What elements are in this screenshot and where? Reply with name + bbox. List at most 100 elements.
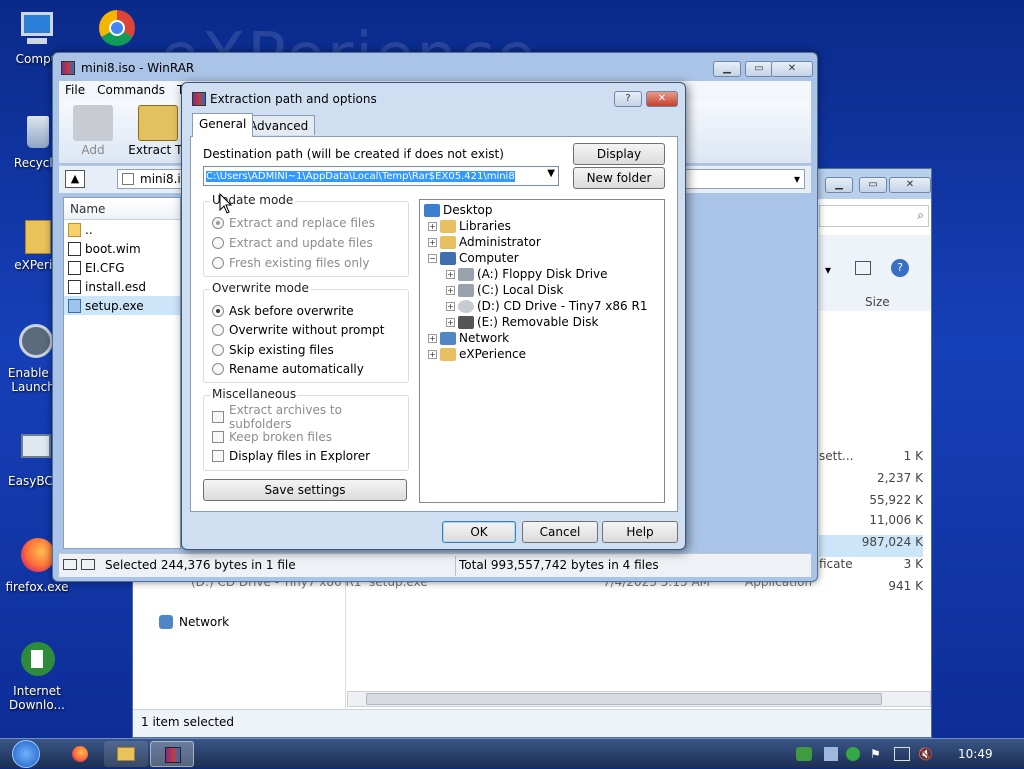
destination-path-input[interactable]: C:\Users\ADMINI~1\AppData\Local\Temp\Rar… bbox=[203, 166, 559, 186]
expand-icon[interactable]: + bbox=[446, 301, 455, 311]
tree-item-desktop[interactable]: Desktop bbox=[424, 202, 493, 218]
radio-icon bbox=[212, 344, 224, 356]
save-settings-button[interactable]: Save settings bbox=[203, 479, 407, 501]
radio-extract-replace[interactable]: Extract and replace files bbox=[212, 214, 375, 232]
maximize-button[interactable]: ▭ bbox=[859, 177, 887, 193]
list-item[interactable]: install.esd bbox=[64, 277, 180, 296]
status-divider bbox=[455, 556, 456, 576]
collapse-icon[interactable]: − bbox=[428, 253, 437, 263]
checkbox-display-explorer[interactable]: Display files in Explorer bbox=[212, 447, 370, 465]
explorer-search-box[interactable]: ⌕ bbox=[819, 205, 929, 227]
table-row[interactable]: 2,237 K bbox=[819, 471, 923, 493]
help-icon[interactable]: ? bbox=[891, 259, 909, 277]
horizontal-scrollbar[interactable] bbox=[347, 691, 931, 707]
tray-app-icon[interactable] bbox=[824, 747, 838, 761]
radio-icon bbox=[212, 305, 224, 317]
radio-overwrite-without-prompt[interactable]: Overwrite without prompt bbox=[212, 321, 384, 339]
tree-item-local-disk[interactable]: + (C:) Local Disk bbox=[446, 282, 563, 298]
hard-drive-icon bbox=[458, 283, 474, 297]
close-button[interactable]: ✕ bbox=[771, 61, 813, 77]
expand-icon[interactable]: + bbox=[446, 285, 455, 295]
list-item[interactable]: boot.wim bbox=[64, 239, 180, 258]
radio-rename-automatically[interactable]: Rename automatically bbox=[212, 360, 364, 378]
table-row[interactable]: sett... 1 K bbox=[819, 449, 923, 471]
table-row[interactable]: 941 K bbox=[819, 579, 923, 601]
desktop-icon-internet-download[interactable]: Internet Downlo... bbox=[2, 640, 72, 712]
radio-skip-existing[interactable]: Skip existing files bbox=[212, 341, 334, 359]
folder-tree: Desktop + Libraries + Administrator − Compu… bbox=[419, 199, 665, 503]
taskbar-explorer[interactable] bbox=[104, 741, 148, 767]
checkbox-keep-broken[interactable]: Keep broken files bbox=[212, 428, 332, 446]
network-icon bbox=[440, 331, 456, 345]
computer-icon bbox=[440, 251, 456, 265]
tree-item-removable-disk[interactable]: + (E:) Removable Disk bbox=[446, 314, 598, 330]
maximize-button[interactable]: ▭ bbox=[745, 61, 773, 77]
taskbar-firefox[interactable] bbox=[58, 741, 102, 767]
tree-item-network[interactable]: + Network bbox=[428, 330, 509, 346]
folder-icon bbox=[17, 214, 57, 254]
help-question-button[interactable]: ? bbox=[614, 91, 642, 107]
expand-icon[interactable]: + bbox=[428, 237, 437, 247]
help-button[interactable]: Help bbox=[602, 521, 678, 543]
clock[interactable]: 10:49 bbox=[958, 747, 993, 761]
start-button[interactable] bbox=[6, 739, 46, 769]
menu-file[interactable]: File bbox=[59, 81, 91, 99]
exe-icon bbox=[68, 298, 81, 313]
tab-general[interactable]: General bbox=[192, 113, 254, 137]
dialog-title: Extraction path and options bbox=[210, 92, 377, 106]
expand-icon[interactable]: + bbox=[428, 349, 437, 359]
easybcd-icon bbox=[15, 430, 55, 470]
checkbox-extract-subfolders[interactable]: Extract archives to subfolders bbox=[212, 403, 408, 431]
tree-item-floppy[interactable]: + (A:) Floppy Disk Drive bbox=[446, 266, 608, 282]
table-row[interactable]: 987,024 K bbox=[819, 535, 923, 557]
preview-pane-icon[interactable] bbox=[855, 261, 871, 275]
expand-icon[interactable]: + bbox=[428, 221, 437, 231]
table-row[interactable]: 11,006 K bbox=[819, 513, 923, 535]
size-column-header[interactable]: Size bbox=[865, 295, 890, 309]
chevron-down-icon[interactable]: ▼ bbox=[547, 168, 555, 179]
desktop-icon-chrome[interactable] bbox=[82, 8, 152, 52]
action-center-flag-icon[interactable]: ⚑ bbox=[870, 747, 884, 761]
expand-icon[interactable]: + bbox=[446, 269, 455, 279]
taskbar-winrar[interactable] bbox=[150, 741, 194, 767]
list-item[interactable]: EI.CFG bbox=[64, 258, 180, 277]
close-button[interactable]: ✕ bbox=[889, 177, 931, 193]
scrollbar-thumb[interactable] bbox=[366, 693, 882, 705]
radio-extract-update[interactable]: Extract and update files bbox=[212, 234, 373, 252]
list-item[interactable]: setup.exe bbox=[64, 296, 180, 315]
tree-item-experience[interactable]: + eXPerience bbox=[428, 346, 526, 362]
expand-icon[interactable]: + bbox=[446, 317, 455, 327]
cancel-button[interactable]: Cancel bbox=[522, 521, 598, 543]
radio-fresh-existing[interactable]: Fresh existing files only bbox=[212, 254, 369, 272]
download-manager-icon bbox=[17, 640, 57, 680]
add-button[interactable]: Add bbox=[63, 105, 123, 157]
name-column-header[interactable]: Name bbox=[64, 198, 180, 220]
chevron-down-icon[interactable]: ▾ bbox=[794, 172, 800, 186]
radio-ask-before[interactable]: Ask before overwrite bbox=[212, 302, 354, 320]
volume-muted-icon[interactable]: 🔇 bbox=[918, 747, 934, 761]
tree-item-libraries[interactable]: + Libraries bbox=[428, 218, 511, 234]
menu-commands[interactable]: Commands bbox=[91, 81, 171, 99]
display-button[interactable]: Display bbox=[573, 143, 665, 165]
windows-logo-icon bbox=[12, 740, 40, 768]
ok-button[interactable]: OK bbox=[442, 521, 516, 543]
minimize-button[interactable]: ▁ bbox=[825, 177, 853, 193]
tray-network-status-icon[interactable] bbox=[796, 747, 812, 761]
tree-item-computer[interactable]: − Computer bbox=[428, 250, 519, 266]
tray-security-icon[interactable] bbox=[846, 747, 860, 761]
nav-network[interactable]: Network bbox=[159, 615, 229, 629]
expand-icon[interactable]: + bbox=[428, 333, 437, 343]
checkbox-icon bbox=[212, 450, 224, 462]
table-row[interactable]: 55,922 K bbox=[819, 493, 923, 513]
minimize-button[interactable]: ▁ bbox=[713, 61, 741, 77]
network-tray-icon[interactable] bbox=[894, 747, 910, 761]
up-folder-button[interactable]: ▲ bbox=[65, 170, 85, 188]
list-item[interactable]: .. bbox=[64, 220, 180, 239]
table-row[interactable]: ficate 3 K bbox=[819, 557, 923, 579]
close-button[interactable]: ✕ bbox=[646, 91, 678, 107]
tree-item-cd-drive[interactable]: + (D:) CD Drive - Tiny7 x86 R1 bbox=[446, 298, 647, 314]
tree-item-administrator[interactable]: + Administrator bbox=[428, 234, 541, 250]
chevron-down-icon[interactable]: ▾ bbox=[825, 263, 831, 277]
key-icon bbox=[81, 559, 95, 570]
new-folder-button[interactable]: New folder bbox=[573, 167, 665, 189]
